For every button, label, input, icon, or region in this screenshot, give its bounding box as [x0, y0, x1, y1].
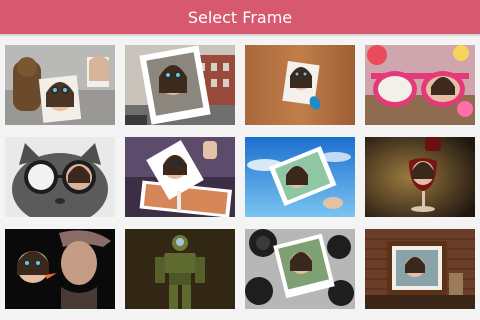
frame-tile-dusk-photo[interactable]: [125, 137, 235, 217]
frame-thumbnail: [245, 229, 355, 309]
title-bar-shadow: [0, 34, 480, 37]
frame-grid: [5, 45, 475, 309]
page-title: Select Frame: [187, 7, 293, 27]
frame-tile-pink-sunglasses[interactable]: [365, 45, 475, 125]
frame-thumbnail: [125, 229, 235, 309]
frame-tile-cat-glasses[interactable]: [5, 137, 115, 217]
frame-thumbnail: [365, 45, 475, 125]
frame-thumbnail: [5, 137, 115, 217]
frame-thumbnail: [125, 137, 235, 217]
frame-tile-city-street-photo[interactable]: [125, 45, 235, 125]
frame-thumbnail: [125, 45, 235, 125]
frame-thumbnail: [365, 229, 475, 309]
frame-thumbnail: [5, 45, 115, 125]
frame-thumbnail: [245, 137, 355, 217]
frame-thumbnail: [365, 137, 475, 217]
frame-tile-sky-photo[interactable]: [245, 137, 355, 217]
frame-tile-camera-lens[interactable]: [245, 229, 355, 309]
frame-thumbnail: [5, 229, 115, 309]
title-bar: Select Frame: [0, 0, 480, 34]
frame-thumbnail: [245, 45, 355, 125]
frame-tile-wood-wall-note[interactable]: [245, 45, 355, 125]
frame-tile-dog-street[interactable]: [5, 45, 115, 125]
frame-tile-wall-picture[interactable]: [365, 229, 475, 309]
frame-tile-girl-bubble[interactable]: [5, 229, 115, 309]
frame-tile-robot-armor[interactable]: [125, 229, 235, 309]
frame-tile-wine-glass[interactable]: [365, 137, 475, 217]
